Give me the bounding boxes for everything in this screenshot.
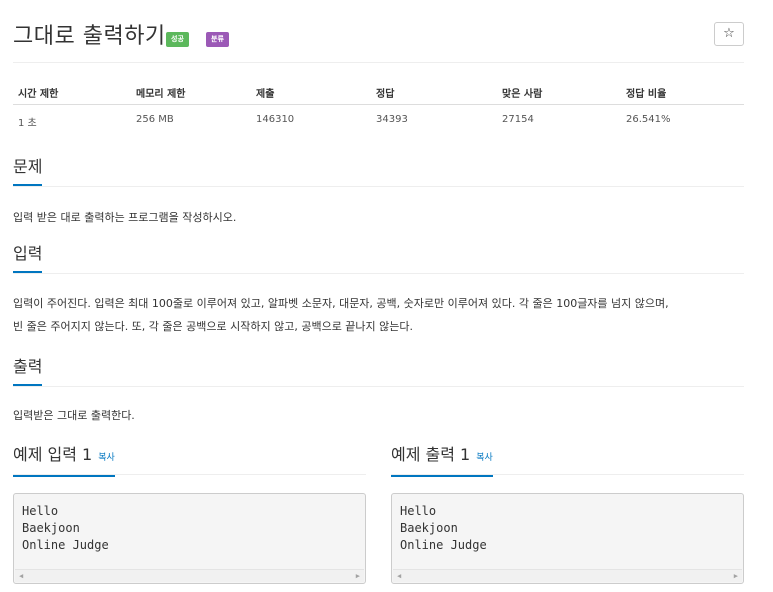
sample-output-title: 예제 출력 1 복사 [391, 445, 493, 477]
sample-output-line: Hello [400, 504, 437, 518]
scroll-right-arrow-icon[interactable]: ▶ [356, 570, 360, 583]
problem-description-headline: 문제 [13, 157, 744, 187]
stats-header-solved-users: 맞은 사람 [502, 89, 543, 100]
scroll-right-arrow-icon[interactable]: ▶ [734, 570, 738, 583]
stats-header-memory-limit: 메모리 제한 [136, 89, 186, 100]
problem-stats-table: 시간 제한 메모리 제한 제출 정답 맞은 사람 정답 비율 1 초 256 M… [13, 79, 744, 131]
sample-output-line: Baekjoon [400, 521, 458, 535]
stats-header-submissions: 제출 [256, 89, 275, 100]
stats-solved-users: 27154 [502, 114, 534, 125]
output-headline: 출력 [13, 357, 744, 387]
output-title: 출력 [13, 357, 43, 386]
input-description-line-1: 입력이 주어진다. 입력은 최대 100줄로 이루어져 있고, 알파벳 소문자,… [13, 297, 669, 310]
sample-input-copy-link[interactable]: 복사 [98, 453, 115, 463]
stats-accepted: 34393 [376, 114, 408, 125]
scroll-left-arrow-icon[interactable]: ◀ [19, 570, 23, 583]
star-button[interactable]: ☆ [714, 22, 744, 46]
stats-submissions: 146310 [256, 114, 295, 125]
problem-description-title: 문제 [13, 157, 43, 186]
sample-input-title-text: 예제 입력 1 [13, 445, 93, 464]
sample-input-headline: 예제 입력 1 복사 [13, 445, 366, 477]
sample-output-copy-link[interactable]: 복사 [476, 453, 493, 463]
sample-input-line: Baekjoon [22, 521, 80, 535]
category-badge[interactable]: 분류 [206, 32, 229, 47]
problem-header: 그대로 출력하기 성공 분류 ☆ [13, 0, 744, 63]
sample-output-headline: 예제 출력 1 복사 [391, 445, 744, 477]
sample-output-scrollbar[interactable]: ◀ ▶ [393, 569, 742, 582]
sample-output-box[interactable]: Hello Baekjoon Online Judge ◀ ▶ [391, 493, 744, 584]
input-title: 입력 [13, 244, 43, 273]
sample-output-line: Online Judge [400, 538, 487, 552]
stats-accuracy: 26.541% [626, 114, 671, 125]
input-description-line-2: 빈 줄은 주어지지 않는다. 또, 각 줄은 공백으로 시작하지 않고, 공백으… [13, 320, 414, 333]
sample-input-line: Hello [22, 504, 59, 518]
problem-description-text: 입력 받은 대로 출력하는 프로그램을 작성하시오. [13, 211, 237, 224]
sample-output-title-text: 예제 출력 1 [391, 445, 471, 464]
star-icon: ☆ [723, 26, 735, 41]
input-headline: 입력 [13, 244, 744, 274]
stats-header-row: 시간 제한 메모리 제한 제출 정답 맞은 사람 정답 비율 [13, 79, 744, 105]
sample-input-box[interactable]: Hello Baekjoon Online Judge ◀ ▶ [13, 493, 366, 584]
stats-time-limit: 1 초 [18, 118, 37, 129]
stats-header-time-limit: 시간 제한 [18, 89, 59, 100]
stats-memory-limit: 256 MB [136, 114, 174, 125]
problem-page: 그대로 출력하기 성공 분류 ☆ 시간 제한 메모리 제한 제출 정답 맞은 사… [13, 0, 744, 584]
problem-title: 그대로 출력하기 [13, 24, 166, 49]
stats-header-accepted: 정답 [376, 89, 395, 100]
sample-input-title: 예제 입력 1 복사 [13, 445, 115, 477]
success-badge[interactable]: 성공 [166, 32, 189, 47]
stats-header-accuracy: 정답 비율 [626, 89, 667, 100]
sample-input-line: Online Judge [22, 538, 109, 552]
sample-input-scrollbar[interactable]: ◀ ▶ [15, 569, 364, 582]
scroll-left-arrow-icon[interactable]: ◀ [397, 570, 401, 583]
output-description-text: 입력받은 그대로 출력한다. [13, 409, 135, 422]
stats-value-row: 1 초 256 MB 146310 34393 27154 26.541% [13, 105, 744, 131]
